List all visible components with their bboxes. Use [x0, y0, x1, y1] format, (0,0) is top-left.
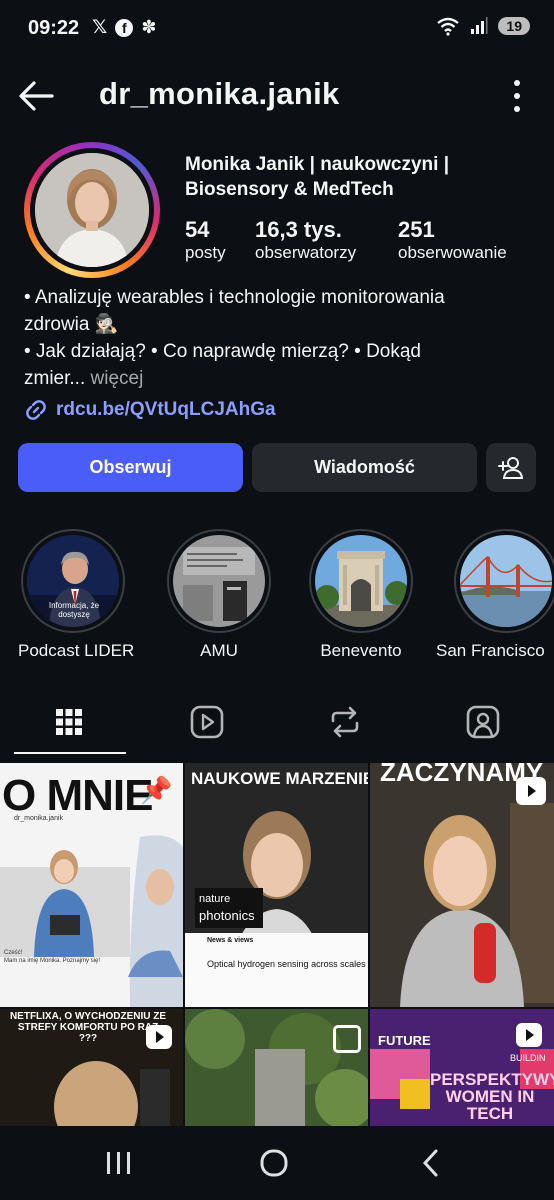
flower-icon: ✽: [141, 17, 157, 37]
tab-tagged[interactable]: [414, 690, 552, 754]
stat-followers[interactable]: 16,3 tys. obserwatorzy: [255, 217, 356, 263]
add-person-icon: [498, 456, 524, 479]
system-navigation-bar: [0, 1126, 554, 1200]
system-icons: 19: [436, 16, 530, 36]
home-button[interactable]: [259, 1148, 289, 1183]
link-icon: [26, 400, 46, 420]
tab-posts-grid[interactable]: [0, 690, 138, 754]
status-bar: 09:22 𝕏 f ✽ 19: [0, 0, 554, 58]
highlight-thumbnail: Informacja, że dostyszę: [27, 535, 119, 627]
follow-button[interactable]: Obserwuj: [18, 443, 243, 492]
carousel-indicator-icon: [333, 1025, 361, 1053]
tagged-person-icon: [466, 705, 500, 739]
highlight-thumbnail: [315, 535, 407, 627]
repost-icon: [331, 706, 359, 738]
signal-icon: [471, 17, 488, 34]
back-button[interactable]: [16, 78, 56, 114]
avatar[interactable]: [35, 153, 149, 267]
post-tile[interactable]: NAUKOWE MARZENIE nature photonics News &…: [185, 763, 368, 1007]
pinned-icon: 📌: [140, 775, 173, 805]
grid-icon: [56, 709, 82, 735]
profile-username: dr_monika.janik: [99, 76, 340, 111]
post-tile[interactable]: [185, 1009, 368, 1126]
post-tile[interactable]: O MNIE 📌 dr_monika.janik Cześć! Mam na i…: [0, 763, 183, 1007]
post-tile[interactable]: FUTURE PERSPEKTYWY WOMEN IN TECH BUILDIN: [370, 1009, 554, 1126]
reel-indicator-icon: [516, 1023, 542, 1047]
profile-full-name: Monika Janik | naukowczyni | Biosensory …: [185, 154, 450, 200]
highlight-benevento[interactable]: Benevento: [306, 529, 416, 661]
message-button[interactable]: Wiadomość: [252, 443, 477, 492]
profile-link[interactable]: rdcu.be/QVtUqLCJAhGa: [24, 398, 276, 422]
avatar-portrait: [35, 153, 149, 267]
wifi-icon: [437, 17, 460, 36]
post-image: [0, 835, 183, 1007]
x-icon: 𝕏: [92, 17, 108, 38]
highlight-thumbnail: [460, 535, 552, 627]
active-tab-indicator: [14, 752, 126, 754]
reel-indicator-icon: [146, 1025, 172, 1049]
profile-tabs: [0, 690, 554, 756]
story-ring[interactable]: [24, 142, 160, 278]
facebook-icon: f: [115, 18, 134, 37]
highlight-san-francisco[interactable]: San Francisco: [436, 529, 554, 661]
post-tile[interactable]: ZACZYNAMY: [370, 763, 554, 1007]
notification-icons: 𝕏 f ✽: [92, 16, 156, 39]
reels-icon: [190, 705, 224, 739]
system-back-button[interactable]: [418, 1148, 444, 1183]
suggested-users-button[interactable]: [486, 443, 536, 492]
recent-apps-icon: [107, 1152, 130, 1174]
tab-reels[interactable]: [138, 690, 276, 754]
more-dot-icon: [514, 80, 520, 86]
profile-bio: • Analizuję wearables i technologie moni…: [24, 287, 445, 389]
post-tile[interactable]: NETFLIXA, O WYCHODZENIU ZE STREFY KOMFOR…: [0, 1009, 183, 1126]
arrow-left-icon: [19, 81, 54, 111]
home-icon: [260, 1149, 288, 1177]
highlight-podcast-lider[interactable]: Informacja, że dostyszę Podcast LIDER: [18, 529, 134, 661]
highlight-thumbnail: [173, 535, 265, 627]
battery-indicator: 19: [498, 17, 530, 35]
highlight-amu[interactable]: AMU: [164, 529, 274, 661]
tab-reposts[interactable]: [276, 690, 414, 754]
reel-indicator-icon: [516, 777, 546, 805]
recent-apps-button[interactable]: [104, 1150, 134, 1181]
stat-posts[interactable]: 54 posty: [185, 217, 226, 263]
chevron-left-icon: [422, 1149, 438, 1177]
more-options-button[interactable]: [512, 80, 522, 112]
status-time: 09:22: [28, 17, 80, 39]
bio-more-link[interactable]: więcej: [91, 368, 144, 389]
stat-following[interactable]: 251 obserwowanie: [398, 217, 507, 263]
post-image: [185, 763, 368, 1007]
